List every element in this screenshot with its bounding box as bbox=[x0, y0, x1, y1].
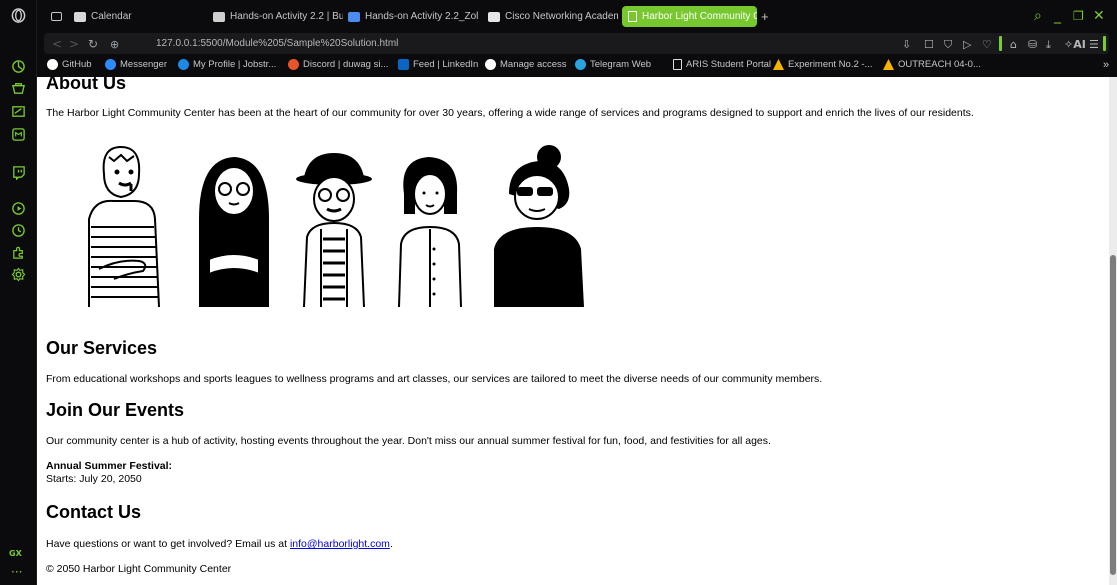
twitch-icon[interactable] bbox=[8, 162, 28, 182]
divider-bar bbox=[999, 36, 1002, 51]
page-icon bbox=[673, 59, 682, 70]
search-icon[interactable]: ⌕ bbox=[1034, 8, 1042, 24]
history-icon[interactable] bbox=[8, 220, 28, 240]
extensions-icon[interactable] bbox=[8, 242, 28, 262]
telegram-icon bbox=[575, 59, 586, 70]
messenger-square-icon[interactable] bbox=[8, 124, 28, 144]
tab-hands-on-1[interactable]: Hands-on Activity 2.2 | Bu bbox=[213, 6, 343, 27]
shopping-icon[interactable] bbox=[8, 78, 28, 98]
page-icon bbox=[628, 11, 637, 22]
close-icon[interactable]: ✕ bbox=[1093, 8, 1105, 24]
wallet-button-icon[interactable]: ⛁ bbox=[1028, 38, 1037, 51]
bookmark-jobstreet[interactable]: My Profile | Jobstr... bbox=[178, 59, 276, 70]
drive-icon bbox=[773, 59, 784, 70]
bookmarks-bar: GitHub Messenger My Profile | Jobstr... … bbox=[37, 56, 1117, 77]
extension-icon[interactable]: ⌂ bbox=[1010, 38, 1017, 51]
tab-harbor-light[interactable]: Harbor Light Community C bbox=[622, 6, 757, 27]
new-tab-button[interactable]: + bbox=[761, 6, 769, 27]
pip-icon[interactable]: ☐ bbox=[924, 38, 934, 51]
scrollbar-thumb[interactable] bbox=[1110, 255, 1116, 575]
footer-copyright: © 2050 Harbor Light Community Center bbox=[46, 563, 232, 575]
discord-icon bbox=[288, 59, 299, 70]
tab-pinned[interactable] bbox=[51, 6, 62, 27]
opera-logo-icon[interactable] bbox=[8, 5, 28, 25]
tab-calendar[interactable]: Calendar bbox=[74, 6, 194, 27]
ai-button[interactable]: ✧AI bbox=[1064, 38, 1086, 51]
address-bar[interactable]: < > ↻ ⊕ 127.0.0.1:5500/Module%205/Sample… bbox=[44, 33, 1109, 54]
contact-heading: Contact Us bbox=[46, 502, 142, 522]
shield-icon[interactable]: ⛉ bbox=[944, 38, 952, 52]
events-text: Our community center is a hub of activit… bbox=[46, 435, 771, 447]
gx-label[interactable]: GX bbox=[9, 549, 22, 558]
tab-bar: Calendar Hands-on Activity 2.2 | Bu Hand… bbox=[37, 0, 1117, 31]
bookmark-messenger[interactable]: Messenger bbox=[105, 59, 167, 70]
person-illustration bbox=[88, 145, 160, 307]
person-illustration bbox=[296, 153, 372, 307]
contact-text: Have questions or want to get involved? … bbox=[46, 538, 393, 550]
bookmark-telegram[interactable]: Telegram Web bbox=[575, 59, 651, 70]
wallet-icon[interactable] bbox=[8, 101, 28, 121]
drive-icon bbox=[883, 59, 894, 70]
page-scrollbar[interactable] bbox=[1109, 77, 1117, 585]
github-icon bbox=[47, 59, 58, 70]
festival-title: Annual Summer Festival: bbox=[46, 460, 173, 472]
snapshot-icon[interactable]: ⇩ bbox=[902, 38, 911, 51]
bookmark-experiment[interactable]: Experiment No.2 -... bbox=[773, 59, 872, 70]
player-icon[interactable] bbox=[8, 198, 28, 218]
bookmark-discord[interactable]: Discord | duwag si... bbox=[288, 59, 388, 70]
linkedin-icon bbox=[398, 59, 409, 70]
forward-icon[interactable]: > bbox=[69, 37, 79, 51]
festival-date: Starts: July 20, 2050 bbox=[46, 473, 142, 485]
bookmark-github[interactable]: GitHub bbox=[47, 59, 92, 70]
messenger-icon bbox=[105, 59, 116, 70]
tab-cisco[interactable]: Cisco Networking Academ bbox=[488, 6, 618, 27]
person-illustration bbox=[494, 145, 584, 307]
heart-icon[interactable]: ♡ bbox=[982, 38, 992, 51]
minimize-icon[interactable]: _ bbox=[1054, 8, 1061, 24]
about-text: The Harbor Light Community Center has be… bbox=[46, 107, 974, 119]
github-icon bbox=[485, 59, 496, 70]
download-icon[interactable]: ⤓ bbox=[1046, 38, 1051, 52]
bookmark-manage-access[interactable]: Manage access bbox=[485, 59, 567, 70]
ai-spark-icon: ✧ bbox=[1064, 38, 1074, 51]
more-icon[interactable]: ··· bbox=[11, 566, 22, 578]
tab-hands-on-2[interactable]: Hands-on Activity 2.2_Zol bbox=[348, 6, 478, 27]
jobstreet-icon bbox=[178, 59, 189, 70]
email-link[interactable]: info@harborlight.com bbox=[290, 538, 390, 550]
events-heading: Join Our Events bbox=[46, 400, 185, 420]
bookmark-outreach[interactable]: OUTREACH 04-0... bbox=[883, 59, 981, 70]
ai-label: AI bbox=[1073, 38, 1086, 51]
person-illustration bbox=[398, 157, 462, 307]
services-text: From educational workshops and sports le… bbox=[46, 373, 823, 385]
play-icon[interactable]: ▷ bbox=[963, 38, 971, 51]
services-heading: Our Services bbox=[46, 338, 158, 358]
bookmarks-overflow-icon[interactable]: » bbox=[1103, 59, 1109, 71]
maximize-icon[interactable]: ❐ bbox=[1073, 9, 1084, 23]
page-content: About Us The Harbor Light Community Cent… bbox=[37, 77, 1109, 585]
menu-icon[interactable]: ☰ bbox=[1089, 38, 1099, 51]
reload-icon[interactable]: ↻ bbox=[88, 37, 98, 51]
cisco-icon bbox=[488, 11, 500, 22]
bookmark-linkedin[interactable]: Feed | LinkedIn bbox=[398, 59, 478, 70]
contact-prefix: Have questions or want to get involved? … bbox=[46, 538, 290, 550]
gx-control-icon[interactable] bbox=[8, 56, 28, 76]
image-icon bbox=[51, 12, 62, 21]
url-field[interactable]: 127.0.0.1:5500/Module%205/Sample%20Solut… bbox=[156, 38, 398, 49]
bookmark-aris[interactable]: ARIS Student Portal bbox=[673, 59, 771, 70]
doc-icon bbox=[213, 11, 225, 22]
divider-bar-2 bbox=[1103, 36, 1106, 51]
back-icon[interactable]: < bbox=[52, 37, 62, 51]
site-info-icon[interactable]: ⊕ bbox=[110, 38, 119, 51]
calendar-icon bbox=[74, 11, 86, 22]
person-illustration bbox=[199, 157, 269, 307]
doc-icon bbox=[348, 11, 360, 22]
community-people-illustration bbox=[88, 145, 584, 307]
contact-suffix: . bbox=[389, 538, 393, 550]
address-bar-row: < > ↻ ⊕ 127.0.0.1:5500/Module%205/Sample… bbox=[37, 31, 1117, 56]
about-heading: About Us bbox=[46, 77, 126, 93]
settings-icon[interactable] bbox=[8, 264, 28, 284]
browser-sidebar: GX ··· bbox=[0, 0, 37, 585]
